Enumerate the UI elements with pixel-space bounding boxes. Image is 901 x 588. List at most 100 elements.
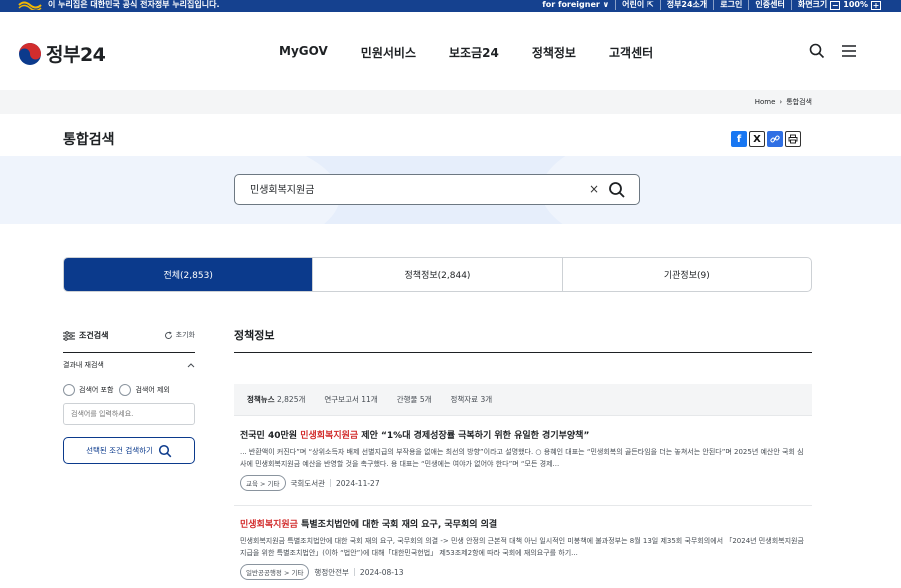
condition-search-button[interactable]: 선택된 조건 검색하기 bbox=[63, 437, 195, 464]
result-date: 2024-11-27 bbox=[336, 478, 380, 488]
option-exclude[interactable]: 검색어 제외 bbox=[119, 384, 170, 396]
util-cert-link[interactable]: 인증센터 bbox=[748, 0, 790, 10]
search-input[interactable] bbox=[250, 183, 570, 194]
subtab-label: 연구보고서 bbox=[324, 395, 359, 404]
within-search-label: 결과내 재검색 bbox=[63, 361, 104, 369]
option-include-label: 검색어 포함 bbox=[79, 386, 114, 394]
within-search-input[interactable] bbox=[63, 403, 195, 425]
print-icon[interactable] bbox=[785, 131, 801, 147]
result-title-text: 특별조치법안에 대한 국회 재의 요구, 국무회의 의결 bbox=[297, 520, 498, 530]
subtab-count: 11개 bbox=[361, 395, 378, 404]
option-include[interactable]: 검색어 포함 bbox=[63, 384, 113, 396]
within-search-section: 결과내 재검색 bbox=[63, 360, 195, 370]
reset-button[interactable]: 초기화 bbox=[164, 330, 195, 340]
subtab-label: 정책자료 bbox=[450, 395, 479, 404]
zoom-in-button[interactable]: + bbox=[871, 0, 881, 10]
link-icon bbox=[770, 135, 780, 143]
tab-policy-info[interactable]: 정책정보(2,844) bbox=[312, 258, 561, 291]
filter-header: 조건검색 초기화 bbox=[63, 329, 195, 353]
subtab-count: 5개 bbox=[419, 395, 432, 404]
result-org: 국회도서관 bbox=[290, 478, 326, 488]
result-title-text: 제안 “1%대 경제성장률 극복하기 위한 유일한 경기부양책” bbox=[358, 431, 590, 441]
result-title-highlight: 민생회복지원금 bbox=[240, 520, 298, 530]
nav-policy-info[interactable]: 정책정보 bbox=[532, 44, 576, 61]
result-description: ... 반환액이 커진다”며 “상위소득자 배제 선별지급의 부작용을 없애는 … bbox=[240, 448, 804, 468]
policy-subtabs: 정책뉴스 2,825개 연구보고서 11개 간행물 5개 정책자료 3개 bbox=[234, 384, 812, 416]
breadcrumb-home[interactable]: Home bbox=[755, 98, 776, 106]
printer-icon bbox=[788, 134, 798, 144]
util-foreigner-link[interactable]: for foreigner ∨ bbox=[536, 0, 615, 10]
taegeuk-logo-icon bbox=[19, 42, 41, 65]
search-submit-icon[interactable] bbox=[608, 181, 626, 199]
search-icon bbox=[158, 444, 172, 457]
section-divider bbox=[234, 352, 812, 353]
subtab-label: 정책뉴스 bbox=[247, 395, 275, 404]
filter-title-label: 조건검색 bbox=[79, 331, 109, 340]
result-meta: 교육 > 기타 국회도서관 2024-11-27 bbox=[240, 475, 810, 491]
subtab-policy-news[interactable]: 정책뉴스 2,825개 bbox=[247, 394, 305, 405]
breadcrumb-current: 통합검색 bbox=[786, 98, 812, 106]
filter-sliders-icon bbox=[63, 330, 75, 341]
subtab-publication[interactable]: 간행물 5개 bbox=[397, 394, 432, 405]
gov-notice-text: 이 누리집은 대한민국 공식 전자정부 누리집입니다. bbox=[48, 0, 220, 9]
clear-search-icon[interactable]: × bbox=[589, 182, 599, 196]
reset-label: 초기화 bbox=[175, 331, 195, 339]
utility-menu: for foreigner ∨ 어린이 ⇱ 정부24소개 로그인 인증센터 화면… bbox=[536, 0, 887, 10]
nav-mygov[interactable]: MyGOV bbox=[279, 44, 328, 61]
section-title: 정책정보 bbox=[234, 329, 275, 342]
radio-include[interactable] bbox=[63, 384, 75, 396]
tab-agency-info[interactable]: 기관정보(9) bbox=[561, 258, 811, 291]
site-logo[interactable]: 정부24 bbox=[18, 40, 106, 67]
zoom-level: 100% bbox=[843, 0, 868, 9]
subtab-label: 간행물 bbox=[396, 395, 418, 404]
nav-civil-service[interactable]: 민원서비스 bbox=[361, 44, 416, 61]
site-header: 정부24 MyGOV 민원서비스 보조금24 정책정보 고객센터 bbox=[0, 12, 901, 90]
link-copy-icon[interactable] bbox=[767, 131, 783, 147]
search-icon[interactable] bbox=[809, 43, 825, 59]
zoom-out-button[interactable]: − bbox=[830, 0, 841, 10]
page-title: 통합검색 bbox=[63, 132, 115, 148]
within-search-options: 검색어 포함 검색어 제외 bbox=[63, 384, 170, 396]
util-kids-link[interactable]: 어린이 ⇱ bbox=[615, 0, 660, 10]
util-zoom: 화면크기 − 100% + bbox=[790, 0, 887, 10]
meta-separator bbox=[353, 568, 355, 576]
subtab-policy-material[interactable]: 정책자료 3개 bbox=[450, 394, 492, 405]
subtab-research-report[interactable]: 연구보고서 11개 bbox=[324, 394, 377, 405]
x-share-icon[interactable]: X bbox=[749, 131, 765, 147]
result-title-link[interactable]: 민생회복지원금 특별조치법안에 대한 국회 재의 요구, 국무회의 의결 bbox=[240, 517, 810, 530]
search-box: × bbox=[234, 174, 640, 205]
category-tag: 일반공공행정 > 기타 bbox=[240, 564, 310, 580]
subtab-count: 2,825개 bbox=[277, 395, 306, 404]
logo-text: 정부24 bbox=[46, 44, 106, 66]
result-title-text: 전국민 40만원 bbox=[240, 431, 301, 441]
util-about-link[interactable]: 정부24소개 bbox=[659, 0, 714, 10]
chevron-up-icon[interactable] bbox=[187, 362, 195, 368]
nav-subsidy24[interactable]: 보조금24 bbox=[449, 44, 499, 61]
breadcrumb: Home › 통합검색 bbox=[755, 97, 812, 107]
gov-identity-bar: 이 누리집은 대한민국 공식 전자정부 누리집입니다. for foreigne… bbox=[0, 0, 901, 12]
filter-title: 조건검색 bbox=[63, 330, 108, 341]
result-org: 행정안전부 bbox=[314, 567, 349, 577]
subtab-count: 3개 bbox=[480, 395, 493, 404]
facebook-share-icon[interactable]: f bbox=[731, 131, 747, 147]
nav-customer-center[interactable]: 고객센터 bbox=[609, 44, 653, 61]
result-title-link[interactable]: 전국민 40만원 민생회복지원금 제안 “1%대 경제성장률 극복하기 위한 유… bbox=[240, 428, 810, 441]
main-nav: MyGOV 민원서비스 보조금24 정책정보 고객센터 bbox=[279, 44, 686, 61]
condition-search-label: 선택된 조건 검색하기 bbox=[86, 446, 153, 455]
result-title-highlight: 민생회복지원금 bbox=[300, 431, 359, 441]
breadcrumb-bar: Home › 통합검색 bbox=[0, 90, 901, 114]
result-meta: 일반공공행정 > 기타 행정안전부 2024-08-13 bbox=[240, 564, 810, 580]
result-description: 민생회복지원금 특별조치법안에 대한 국회 재의 요구, 국무회의 의결 -> … bbox=[240, 537, 804, 557]
radio-exclude[interactable] bbox=[119, 384, 132, 396]
tab-all[interactable]: 전체(2,853) bbox=[64, 258, 313, 291]
util-login-link[interactable]: 로그인 bbox=[713, 0, 748, 10]
result-divider bbox=[234, 505, 812, 506]
breadcrumb-separator: › bbox=[779, 98, 783, 106]
result-date: 2024-08-13 bbox=[359, 567, 404, 577]
share-buttons: f X bbox=[731, 131, 801, 147]
result-item: 민생회복지원금 특별조치법안에 대한 국회 재의 요구, 국무회의 의결 민생회… bbox=[240, 517, 810, 580]
meta-separator bbox=[330, 479, 331, 487]
menu-icon[interactable] bbox=[841, 43, 857, 59]
result-item: 전국민 40만원 민생회복지원금 제안 “1%대 경제성장률 극복하기 위한 유… bbox=[240, 428, 810, 491]
header-actions bbox=[809, 43, 857, 59]
